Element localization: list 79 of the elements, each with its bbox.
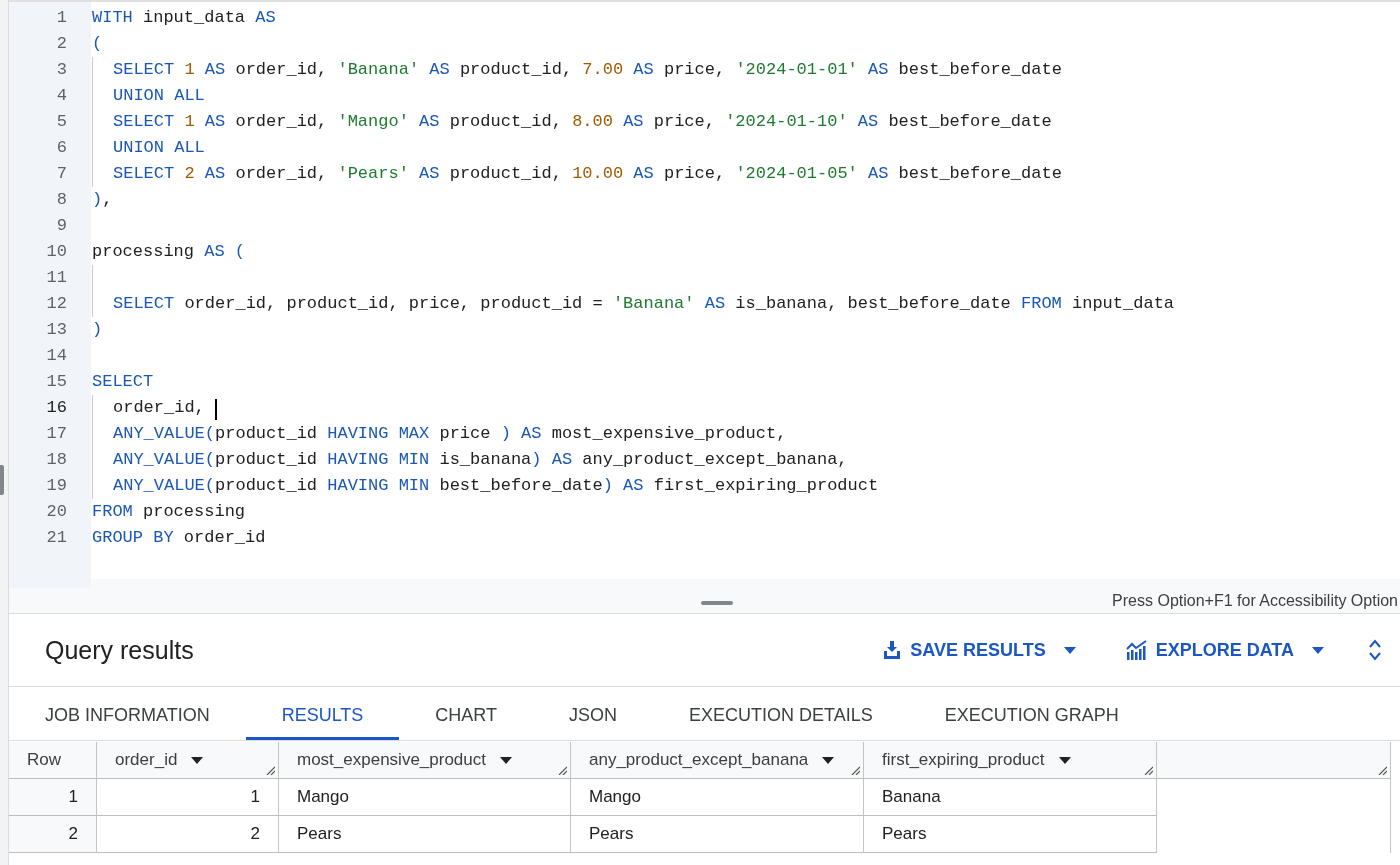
table-cell: Banana (864, 779, 1157, 816)
results-tab[interactable]: JOB INFORMATION (9, 687, 246, 740)
explore-data-button[interactable]: EXPLORE DATA (1125, 635, 1324, 665)
line-number: 13 (45, 319, 68, 341)
line-number: 21 (45, 527, 68, 549)
line-number: 10 (45, 241, 68, 263)
table-cell: Mango (279, 779, 571, 816)
row-number: 1 (9, 779, 97, 816)
caret-icon (500, 756, 512, 764)
code-line: GROUP BY order_id (92, 527, 266, 549)
results-title: Query results (45, 635, 195, 665)
line-number: 3 (55, 59, 68, 81)
column-title[interactable]: any_product_except_banana (589, 750, 809, 770)
line-number: 16 (45, 397, 68, 419)
table-cell: Pears (571, 816, 864, 853)
code-line: ) (92, 319, 103, 341)
panel-resize-handle[interactable] (0, 465, 4, 495)
line-number: 8 (55, 189, 68, 211)
column-title[interactable]: order_id (115, 750, 178, 770)
results-tab[interactable]: EXECUTION GRAPH (908, 687, 1155, 740)
code-line: WITH input_data AS (92, 7, 276, 29)
download-icon (882, 640, 903, 660)
caret-icon (1063, 646, 1076, 654)
resize-grip-icon[interactable] (851, 766, 860, 775)
column-title[interactable]: first_expiring_product (882, 750, 1045, 770)
code-line: SELECT order_id, product_id, price, product_id = 'Banana' AS is_banana, best_before_date FROM input_data (113, 293, 1175, 315)
code-line: ANY_VALUE(product_id HAVING MIN is_banana) AS any_product_except_banana, (113, 449, 848, 471)
line-number: 17 (45, 423, 68, 445)
caret-icon (1058, 756, 1071, 764)
table-cell: Pears (279, 816, 571, 853)
code-line: SELECT (92, 371, 154, 393)
table-cell: 2 (97, 816, 279, 853)
accessibility-hint: Press Option+F1 for Accessibility Option (1112, 591, 1398, 610)
resize-grip-icon[interactable] (558, 766, 567, 775)
code-line: SELECT 1 AS order_id, 'Mango' AS product_id, 8.00 AS price, '2024-01-10' AS best_before_date (113, 111, 1052, 133)
resize-grip-icon[interactable] (266, 766, 275, 775)
code-line: ), (92, 189, 113, 211)
caret-icon (1312, 646, 1324, 654)
drag-handle[interactable] (701, 601, 733, 605)
code-line: ( (92, 33, 103, 55)
code-line: processing AS ( (92, 241, 246, 263)
caret-icon (822, 756, 835, 764)
line-number: 4 (55, 85, 68, 107)
code-line: order_id, (113, 395, 218, 421)
column-title[interactable]: Row (27, 750, 61, 770)
line-number: 5 (55, 111, 68, 133)
save-results-button[interactable]: SAVE RESULTS (882, 635, 1076, 665)
line-number: 20 (45, 501, 68, 523)
line-number: 7 (55, 163, 68, 185)
results-tab[interactable]: JSON (533, 687, 654, 740)
bar-chart-icon (1125, 640, 1148, 660)
code-line: ANY_VALUE(product_id HAVING MIN best_before_date) AS first_expiring_product (113, 475, 879, 497)
table-cell: 1 (97, 779, 279, 816)
resize-grip-icon[interactable] (1378, 766, 1387, 775)
caret-icon (191, 756, 204, 764)
line-number: 15 (45, 371, 68, 393)
column-title[interactable]: most_expensive_product (297, 750, 486, 770)
line-number: 12 (45, 293, 68, 315)
resize-grip-icon[interactable] (1144, 766, 1153, 775)
table-cell: Mango (571, 779, 864, 816)
line-number: 9 (55, 215, 68, 237)
line-number: 18 (45, 449, 68, 471)
line-number: 11 (45, 267, 68, 289)
line-number: 6 (55, 137, 68, 159)
code-line: SELECT 2 AS order_id, 'Pears' AS product_id, 10.00 AS price, '2024-01-05' AS best_before_date (113, 163, 1062, 185)
expand-collapse-icon[interactable] (1368, 638, 1382, 662)
code-line: ANY_VALUE(product_id HAVING MAX price ) AS most_expensive_product, (113, 423, 787, 445)
results-tab[interactable]: CHART (399, 687, 534, 740)
table-cell: Pears (864, 816, 1157, 853)
row-number: 2 (9, 816, 97, 853)
results-tab[interactable]: EXECUTION DETAILS (653, 687, 909, 740)
code-line: SELECT 1 AS order_id, 'Banana' AS product_id, 7.00 AS price, '2024-01-01' AS best_before_date (113, 59, 1062, 81)
line-number: 14 (45, 345, 68, 367)
code-line: UNION ALL (113, 137, 205, 159)
code-line: FROM processing (92, 501, 246, 523)
line-number: 2 (55, 33, 68, 55)
line-number: 19 (45, 475, 68, 497)
code-line: UNION ALL (113, 85, 205, 107)
line-number: 1 (55, 7, 68, 29)
